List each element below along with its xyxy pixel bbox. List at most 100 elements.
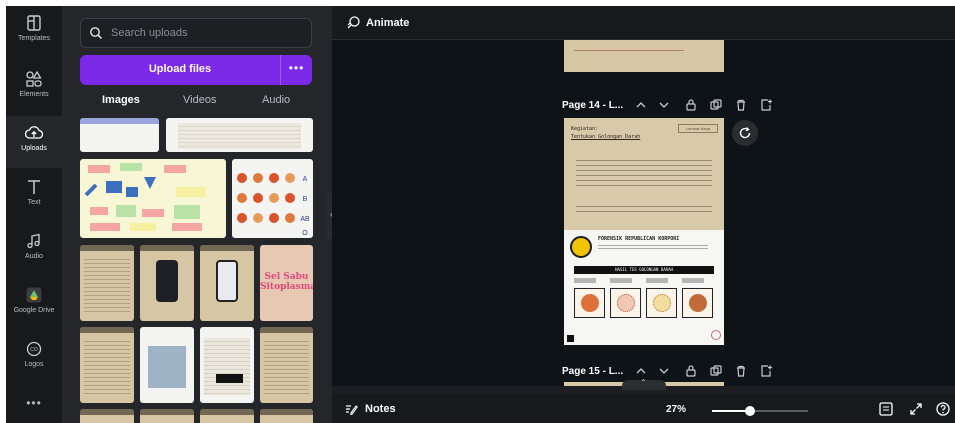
add-page-icon[interactable]: [759, 98, 773, 112]
trash-icon[interactable]: [734, 98, 748, 112]
page-strip-toggle[interactable]: ⌃: [622, 378, 666, 390]
svg-text:AB: AB: [300, 216, 310, 223]
organization-name: FORENSIK REPUBLICAN KORPORI: [598, 236, 680, 242]
organization-logo: [570, 236, 592, 258]
page-14-header: Page 14 - L...: [562, 98, 792, 116]
rail-item-logos[interactable]: CO Logos: [6, 332, 62, 384]
page-stamp: Lembar Kerja: [678, 124, 718, 133]
rail-label-audio: Audio: [25, 253, 43, 260]
chevron-up-icon: ⌃: [640, 378, 647, 387]
page-corner-mark: [567, 335, 574, 342]
fullscreen-icon[interactable]: [908, 401, 924, 417]
page-paragraph: [576, 202, 712, 216]
canva-editor-window: Templates Elements Uploads Text Audio Go…: [6, 6, 955, 423]
tab-videos[interactable]: Videos: [183, 94, 216, 106]
regenerate-button[interactable]: [732, 120, 758, 146]
refresh-icon: [739, 127, 751, 139]
svg-text:A: A: [303, 176, 308, 183]
lock-icon[interactable]: [684, 98, 698, 112]
page-15-title[interactable]: Page 15 - L...: [562, 366, 623, 377]
upload-thumbnail[interactable]: [80, 409, 134, 423]
rail-label-uploads: Uploads: [21, 145, 47, 152]
rail-label-templates: Templates: [18, 35, 50, 42]
svg-text:CO: CO: [30, 347, 38, 353]
templates-icon: [27, 15, 41, 31]
upload-thumbnail[interactable]: [260, 327, 313, 403]
upload-thumbnail-blood-test[interactable]: A B AB O: [232, 159, 313, 238]
upload-thumbnail[interactable]: [260, 409, 313, 423]
chevron-down-icon[interactable]: [657, 98, 671, 112]
zoom-percentage[interactable]: 27%: [666, 404, 686, 415]
upload-thumbnail[interactable]: [140, 409, 194, 423]
upload-thumbnail[interactable]: [200, 409, 254, 423]
upload-thumbnail[interactable]: [80, 327, 134, 403]
logos-icon: CO: [26, 341, 42, 357]
rail-item-audio[interactable]: Audio: [6, 224, 62, 276]
rail-item-templates[interactable]: Templates: [6, 6, 62, 58]
page-activity-label: Kegiatan:: [571, 126, 599, 132]
search-icon: [90, 27, 103, 40]
result-cell: [682, 288, 713, 318]
page-14-title[interactable]: Page 14 - L...: [562, 100, 623, 111]
svg-text:B: B: [303, 196, 308, 203]
rail-item-elements[interactable]: Elements: [6, 62, 62, 114]
tab-audio[interactable]: Audio: [262, 94, 290, 106]
zoom-slider-handle[interactable]: [745, 406, 755, 416]
diagram-thumbnail-art: [84, 163, 206, 231]
page-count-icon[interactable]: [878, 401, 894, 417]
rail-item-uploads[interactable]: Uploads: [6, 116, 62, 168]
upload-thumbnail[interactable]: [166, 118, 313, 152]
side-rail: Templates Elements Uploads Text Audio Go…: [6, 6, 62, 423]
upload-thumbnail[interactable]: [200, 245, 254, 321]
add-page-icon[interactable]: [759, 364, 773, 378]
duplicate-icon[interactable]: [709, 364, 723, 378]
blood-test-thumbnail-art: A B AB O: [237, 173, 310, 237]
notes-label: Notes: [365, 403, 396, 415]
page-13-preview[interactable]: [564, 40, 724, 72]
rail-label-logos: Logos: [24, 361, 44, 368]
rail-item-text[interactable]: Text: [6, 170, 62, 222]
upload-thumbnail[interactable]: [80, 118, 159, 152]
trash-icon[interactable]: [734, 364, 748, 378]
zoom-slider[interactable]: [712, 406, 808, 416]
result-column-labels: [574, 278, 714, 283]
upload-thumbnail[interactable]: [140, 245, 194, 321]
animate-label: Animate: [366, 17, 410, 29]
upload-thumbnail-diagram[interactable]: [80, 159, 226, 238]
upload-thumbnail[interactable]: [200, 327, 254, 403]
duplicate-icon[interactable]: [709, 98, 723, 112]
lock-icon[interactable]: [684, 364, 698, 378]
uploads-icon: [25, 126, 43, 139]
horizontal-scrollbar[interactable]: ⌃: [332, 378, 955, 394]
upload-files-label: Upload files: [148, 63, 212, 75]
chevron-down-icon[interactable]: [657, 364, 671, 378]
upload-files-button[interactable]: Upload files •••: [80, 55, 312, 85]
result-title-bar: HASIL TES GOLONGAN DARAH: [574, 266, 714, 274]
rail-label-google-drive: Google Drive: [13, 307, 55, 314]
audio-icon: [27, 233, 40, 249]
upload-thumbnail[interactable]: [140, 327, 194, 403]
search-placeholder: Search uploads: [111, 27, 188, 39]
chevron-up-icon[interactable]: [634, 98, 648, 112]
tab-images[interactable]: Images: [102, 94, 140, 106]
search-uploads-input[interactable]: Search uploads: [80, 18, 312, 48]
rail-item-google-drive[interactable]: Google Drive: [6, 278, 62, 330]
result-cell: [610, 288, 641, 318]
organization-address: [598, 243, 708, 251]
rail-more-button[interactable]: •••: [6, 396, 62, 410]
upload-more-button[interactable]: •••: [280, 55, 312, 85]
result-cell: [646, 288, 677, 318]
editor-top-bar: Animate: [332, 6, 955, 40]
upload-thumbnail[interactable]: [80, 245, 134, 321]
uploads-panel: Search uploads Upload files ••• Images V…: [62, 6, 332, 423]
page-corner-stamp: [711, 330, 721, 340]
help-icon[interactable]: [935, 401, 951, 417]
editor-canvas: Page 14 - L... Kegiatan: Tentukan Golong…: [332, 40, 955, 386]
chevron-up-icon[interactable]: [634, 364, 648, 378]
page-activity-title: Tentukan Golongan Darah: [571, 134, 641, 140]
upload-tabs: Images Videos Audio: [80, 94, 312, 114]
upload-thumbnail[interactable]: Sel Sabu Sitoplasma: [260, 245, 313, 321]
google-drive-icon: [26, 287, 42, 303]
page-14-canvas[interactable]: Kegiatan: Tentukan Golongan Darah Lembar…: [564, 118, 724, 345]
elements-icon: [26, 70, 42, 87]
